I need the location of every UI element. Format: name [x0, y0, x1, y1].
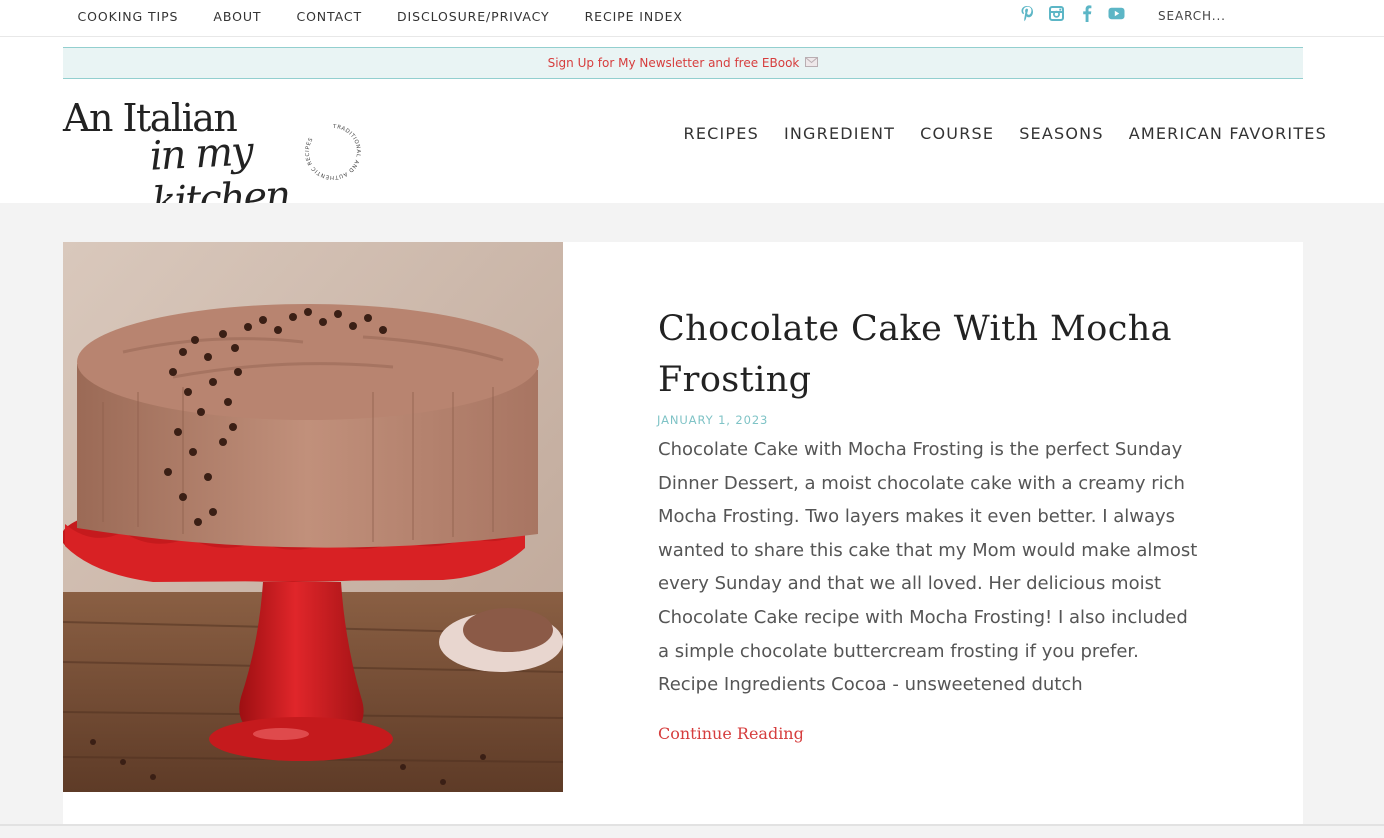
nav-american-favorites[interactable]: AMERICAN FAVORITES	[1116, 124, 1339, 143]
newsletter-banner-text: Sign Up for My Newsletter and free EBook	[547, 56, 800, 70]
nav-disclosure-privacy[interactable]: DISCLOSURE/PRIVACY	[380, 9, 568, 24]
nav-cooking-tips[interactable]: COOKING TIPS	[60, 9, 196, 24]
post-date: JANUARY 1, 2023	[657, 413, 769, 427]
logo-badge: TRADITIONAL AND AUTHENTIC RECIPES	[305, 124, 361, 180]
svg-text:TRADITIONAL AND AUTHENTIC RECI: TRADITIONAL AND AUTHENTIC RECIPES	[305, 124, 361, 180]
nav-ingredient[interactable]: INGREDIENT	[771, 124, 907, 143]
nav-recipes[interactable]: RECIPES	[671, 124, 771, 143]
site-logo[interactable]: An Italian in my kitchen TRADITIONAL AND…	[63, 96, 368, 226]
nav-about[interactable]: ABOUT	[196, 9, 279, 24]
post-image[interactable]	[63, 242, 563, 792]
logo-tagline: TRADITIONAL AND AUTHENTIC RECIPES	[305, 124, 361, 180]
instagram-icon[interactable]	[1047, 4, 1066, 23]
nav-recipe-index[interactable]: RECIPE INDEX	[567, 9, 700, 24]
facebook-icon[interactable]	[1077, 4, 1096, 23]
nav-seasons[interactable]: SEASONS	[1007, 124, 1117, 143]
post-excerpt: Chocolate Cake with Mocha Frosting is th…	[658, 439, 1198, 696]
post-card: Chocolate Cake With Mocha Frosting JANUA…	[63, 242, 1303, 824]
top-bar: COOKING TIPS ABOUT CONTACT DISCLOSURE/PR…	[0, 0, 1384, 37]
social-links	[1017, 4, 1126, 23]
pinterest-icon[interactable]	[1017, 4, 1036, 23]
secondary-nav: COOKING TIPS ABOUT CONTACT DISCLOSURE/PR…	[60, 0, 700, 32]
continue-reading-link[interactable]: Continue Reading	[658, 724, 804, 743]
post-title[interactable]: Chocolate Cake With Mocha Frosting	[658, 304, 1218, 406]
newsletter-banner[interactable]: Sign Up for My Newsletter and free EBook	[63, 47, 1303, 79]
main-nav: RECIPES INGREDIENT COURSE SEASONS AMERIC…	[671, 124, 1339, 143]
nav-contact[interactable]: CONTACT	[279, 9, 380, 24]
youtube-icon[interactable]	[1107, 4, 1126, 23]
nav-course[interactable]: COURSE	[908, 124, 1007, 143]
section-divider	[0, 824, 1384, 826]
search-input[interactable]	[1148, 6, 1384, 26]
mail-icon	[805, 56, 819, 70]
